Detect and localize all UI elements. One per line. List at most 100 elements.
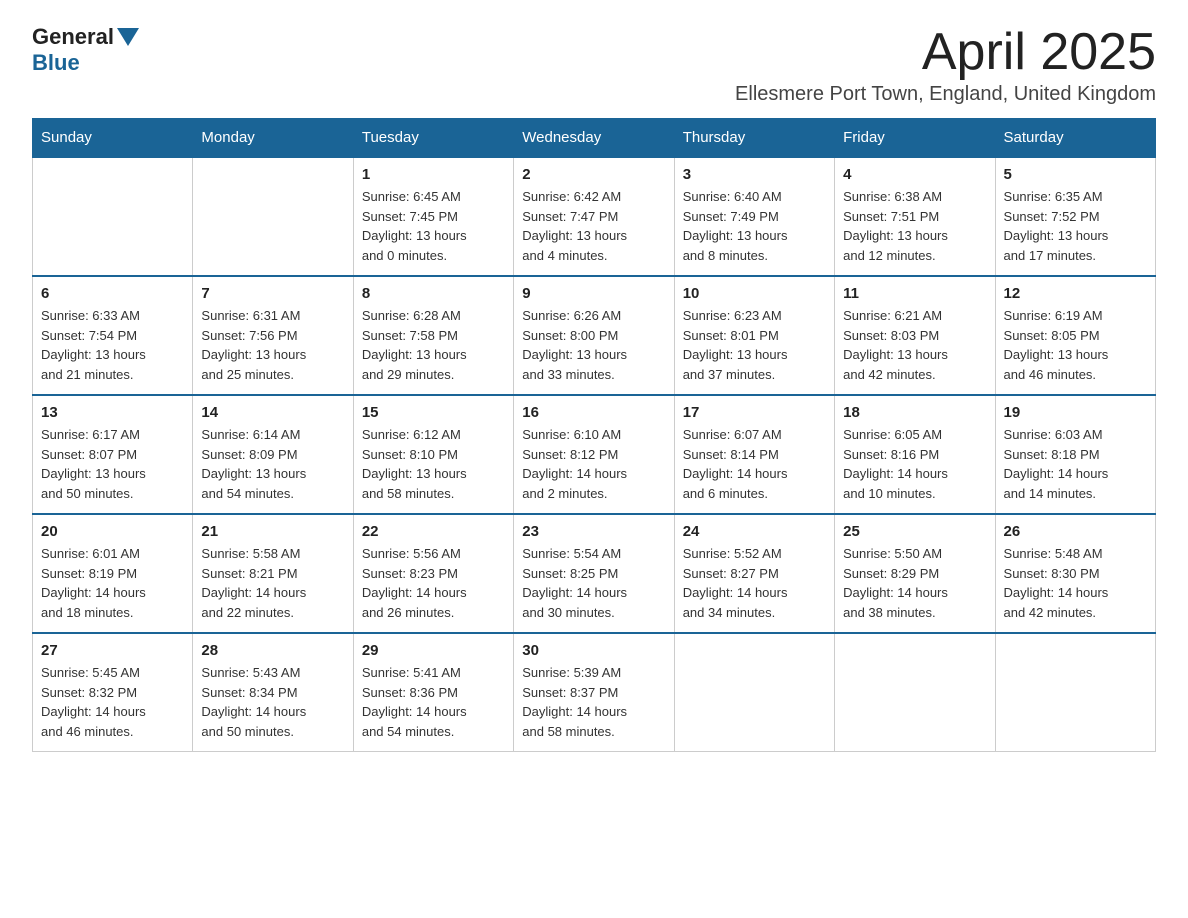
day-info: Sunrise: 5:48 AM Sunset: 8:30 PM Dayligh… <box>1004 544 1147 622</box>
day-info: Sunrise: 6:45 AM Sunset: 7:45 PM Dayligh… <box>362 187 505 265</box>
calendar-col-header-tuesday: Tuesday <box>353 119 513 158</box>
day-info: Sunrise: 6:01 AM Sunset: 8:19 PM Dayligh… <box>41 544 184 622</box>
day-number: 9 <box>522 285 665 302</box>
day-number: 15 <box>362 404 505 421</box>
title-block: April 2025 Ellesmere Port Town, England,… <box>735 24 1156 106</box>
day-info: Sunrise: 5:43 AM Sunset: 8:34 PM Dayligh… <box>201 663 344 741</box>
day-number: 19 <box>1004 404 1147 421</box>
calendar-empty-cell <box>835 633 995 752</box>
day-info: Sunrise: 6:07 AM Sunset: 8:14 PM Dayligh… <box>683 425 826 503</box>
day-number: 28 <box>201 642 344 659</box>
day-number: 14 <box>201 404 344 421</box>
calendar-day-cell: 26 Sunrise: 5:48 AM Sunset: 8:30 PM Dayli… <box>995 514 1155 633</box>
day-info: Sunrise: 6:14 AM Sunset: 8:09 PM Dayligh… <box>201 425 344 503</box>
calendar-day-cell: 8 Sunrise: 6:28 AM Sunset: 7:58 PM Daylig… <box>353 276 513 395</box>
calendar-day-cell: 29 Sunrise: 5:41 AM Sunset: 8:36 PM Dayli… <box>353 633 513 752</box>
day-number: 8 <box>362 285 505 302</box>
day-info: Sunrise: 6:23 AM Sunset: 8:01 PM Dayligh… <box>683 306 826 384</box>
logo-arrow-icon <box>117 28 139 46</box>
calendar-day-cell: 13 Sunrise: 6:17 AM Sunset: 8:07 PM Dayli… <box>33 395 193 514</box>
calendar-week-row: 13 Sunrise: 6:17 AM Sunset: 8:07 PM Dayli… <box>33 395 1156 514</box>
calendar-col-header-saturday: Saturday <box>995 119 1155 158</box>
calendar-day-cell: 28 Sunrise: 5:43 AM Sunset: 8:34 PM Dayli… <box>193 633 353 752</box>
page-header: General Blue April 2025 Ellesmere Port T… <box>32 24 1156 106</box>
calendar-header-row: SundayMondayTuesdayWednesdayThursdayFrid… <box>33 119 1156 158</box>
day-number: 29 <box>362 642 505 659</box>
day-info: Sunrise: 6:19 AM Sunset: 8:05 PM Dayligh… <box>1004 306 1147 384</box>
calendar-day-cell: 3 Sunrise: 6:40 AM Sunset: 7:49 PM Daylig… <box>674 157 834 276</box>
calendar-day-cell: 19 Sunrise: 6:03 AM Sunset: 8:18 PM Dayli… <box>995 395 1155 514</box>
calendar-col-header-friday: Friday <box>835 119 995 158</box>
calendar-day-cell: 25 Sunrise: 5:50 AM Sunset: 8:29 PM Dayli… <box>835 514 995 633</box>
day-info: Sunrise: 5:58 AM Sunset: 8:21 PM Dayligh… <box>201 544 344 622</box>
day-number: 7 <box>201 285 344 302</box>
calendar-day-cell: 2Sunrise: 6:42 AM Sunset: 7:47 PM Daylig… <box>514 157 674 276</box>
day-info: Sunrise: 6:21 AM Sunset: 8:03 PM Dayligh… <box>843 306 986 384</box>
day-info: Sunrise: 5:50 AM Sunset: 8:29 PM Dayligh… <box>843 544 986 622</box>
day-number: 24 <box>683 523 826 540</box>
calendar-day-cell: 10Sunrise: 6:23 AM Sunset: 8:01 PM Dayli… <box>674 276 834 395</box>
day-number: 18 <box>843 404 986 421</box>
day-info: Sunrise: 5:39 AM Sunset: 8:37 PM Dayligh… <box>522 663 665 741</box>
day-info: Sunrise: 6:40 AM Sunset: 7:49 PM Dayligh… <box>683 187 826 265</box>
day-info: Sunrise: 6:03 AM Sunset: 8:18 PM Dayligh… <box>1004 425 1147 503</box>
calendar-day-cell: 6 Sunrise: 6:33 AM Sunset: 7:54 PM Daylig… <box>33 276 193 395</box>
calendar-day-cell: 30Sunrise: 5:39 AM Sunset: 8:37 PM Dayli… <box>514 633 674 752</box>
day-number: 17 <box>683 404 826 421</box>
calendar-day-cell: 20 Sunrise: 6:01 AM Sunset: 8:19 PM Dayli… <box>33 514 193 633</box>
calendar-day-cell: 11 Sunrise: 6:21 AM Sunset: 8:03 PM Dayli… <box>835 276 995 395</box>
day-info: Sunrise: 6:42 AM Sunset: 7:47 PM Dayligh… <box>522 187 665 265</box>
calendar-week-row: 20 Sunrise: 6:01 AM Sunset: 8:19 PM Dayli… <box>33 514 1156 633</box>
calendar-day-cell: 24Sunrise: 5:52 AM Sunset: 8:27 PM Dayli… <box>674 514 834 633</box>
day-info: Sunrise: 6:35 AM Sunset: 7:52 PM Dayligh… <box>1004 187 1147 265</box>
calendar-day-cell: 9Sunrise: 6:26 AM Sunset: 8:00 PM Daylig… <box>514 276 674 395</box>
day-number: 5 <box>1004 166 1147 183</box>
day-number: 1 <box>362 166 505 183</box>
calendar-day-cell: 17 Sunrise: 6:07 AM Sunset: 8:14 PM Dayli… <box>674 395 834 514</box>
day-number: 26 <box>1004 523 1147 540</box>
calendar-col-header-monday: Monday <box>193 119 353 158</box>
day-info: Sunrise: 5:41 AM Sunset: 8:36 PM Dayligh… <box>362 663 505 741</box>
day-info: Sunrise: 6:05 AM Sunset: 8:16 PM Dayligh… <box>843 425 986 503</box>
calendar-col-header-sunday: Sunday <box>33 119 193 158</box>
calendar-day-cell: 14 Sunrise: 6:14 AM Sunset: 8:09 PM Dayli… <box>193 395 353 514</box>
day-number: 25 <box>843 523 986 540</box>
calendar-day-cell: 5 Sunrise: 6:35 AM Sunset: 7:52 PM Daylig… <box>995 157 1155 276</box>
day-number: 3 <box>683 166 826 183</box>
day-number: 12 <box>1004 285 1147 302</box>
day-number: 16 <box>522 404 665 421</box>
calendar-table: SundayMondayTuesdayWednesdayThursdayFrid… <box>32 118 1156 752</box>
location-subtitle: Ellesmere Port Town, England, United Kin… <box>735 83 1156 106</box>
day-info: Sunrise: 6:17 AM Sunset: 8:07 PM Dayligh… <box>41 425 184 503</box>
calendar-empty-cell <box>33 157 193 276</box>
calendar-day-cell: 23 Sunrise: 5:54 AM Sunset: 8:25 PM Dayli… <box>514 514 674 633</box>
day-number: 13 <box>41 404 184 421</box>
day-number: 4 <box>843 166 986 183</box>
calendar-day-cell: 27Sunrise: 5:45 AM Sunset: 8:32 PM Dayli… <box>33 633 193 752</box>
calendar-week-row: 27Sunrise: 5:45 AM Sunset: 8:32 PM Dayli… <box>33 633 1156 752</box>
day-number: 11 <box>843 285 986 302</box>
day-info: Sunrise: 5:56 AM Sunset: 8:23 PM Dayligh… <box>362 544 505 622</box>
day-info: Sunrise: 6:31 AM Sunset: 7:56 PM Dayligh… <box>201 306 344 384</box>
calendar-week-row: 1 Sunrise: 6:45 AM Sunset: 7:45 PM Daylig… <box>33 157 1156 276</box>
calendar-col-header-thursday: Thursday <box>674 119 834 158</box>
logo: General Blue <box>32 24 142 76</box>
day-info: Sunrise: 6:28 AM Sunset: 7:58 PM Dayligh… <box>362 306 505 384</box>
calendar-empty-cell <box>995 633 1155 752</box>
day-info: Sunrise: 6:38 AM Sunset: 7:51 PM Dayligh… <box>843 187 986 265</box>
day-info: Sunrise: 5:45 AM Sunset: 8:32 PM Dayligh… <box>41 663 184 741</box>
calendar-day-cell: 18 Sunrise: 6:05 AM Sunset: 8:16 PM Dayli… <box>835 395 995 514</box>
day-info: Sunrise: 6:33 AM Sunset: 7:54 PM Dayligh… <box>41 306 184 384</box>
day-number: 21 <box>201 523 344 540</box>
day-number: 22 <box>362 523 505 540</box>
month-title: April 2025 <box>735 24 1156 81</box>
day-number: 23 <box>522 523 665 540</box>
day-info: Sunrise: 5:54 AM Sunset: 8:25 PM Dayligh… <box>522 544 665 622</box>
calendar-day-cell: 21 Sunrise: 5:58 AM Sunset: 8:21 PM Dayli… <box>193 514 353 633</box>
calendar-day-cell: 7 Sunrise: 6:31 AM Sunset: 7:56 PM Daylig… <box>193 276 353 395</box>
day-info: Sunrise: 6:10 AM Sunset: 8:12 PM Dayligh… <box>522 425 665 503</box>
day-number: 6 <box>41 285 184 302</box>
calendar-empty-cell <box>193 157 353 276</box>
day-number: 20 <box>41 523 184 540</box>
logo-blue-text: Blue <box>32 50 80 75</box>
